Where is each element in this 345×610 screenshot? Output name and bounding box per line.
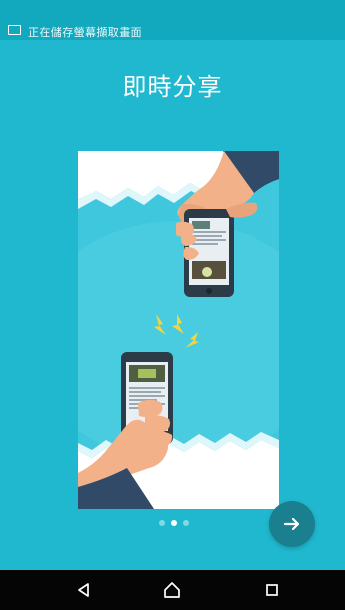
arrow-right-icon — [283, 517, 300, 531]
back-icon — [78, 583, 89, 597]
recents-icon — [266, 584, 278, 596]
page-dot-3[interactable] — [183, 520, 189, 526]
page-dot-1[interactable] — [159, 520, 165, 526]
status-notification-text: 正在儲存螢幕擷取畫面 — [28, 26, 142, 39]
page-title: 即時分享 — [122, 73, 223, 101]
status-bar: 正在儲存螢幕擷取畫面 — [0, 0, 345, 40]
page-dot-2-active[interactable] — [171, 520, 177, 526]
next-button[interactable] — [269, 501, 315, 547]
back-button[interactable] — [59, 570, 109, 610]
system-navigation-bar — [0, 570, 345, 610]
screenshot-notification-icon — [8, 25, 21, 35]
home-icon — [164, 582, 180, 598]
recents-button[interactable] — [247, 570, 297, 610]
share-illustration-svg — [78, 151, 279, 509]
home-button[interactable] — [147, 570, 197, 610]
page-indicator — [159, 519, 189, 527]
instant-share-illustration — [78, 151, 279, 509]
